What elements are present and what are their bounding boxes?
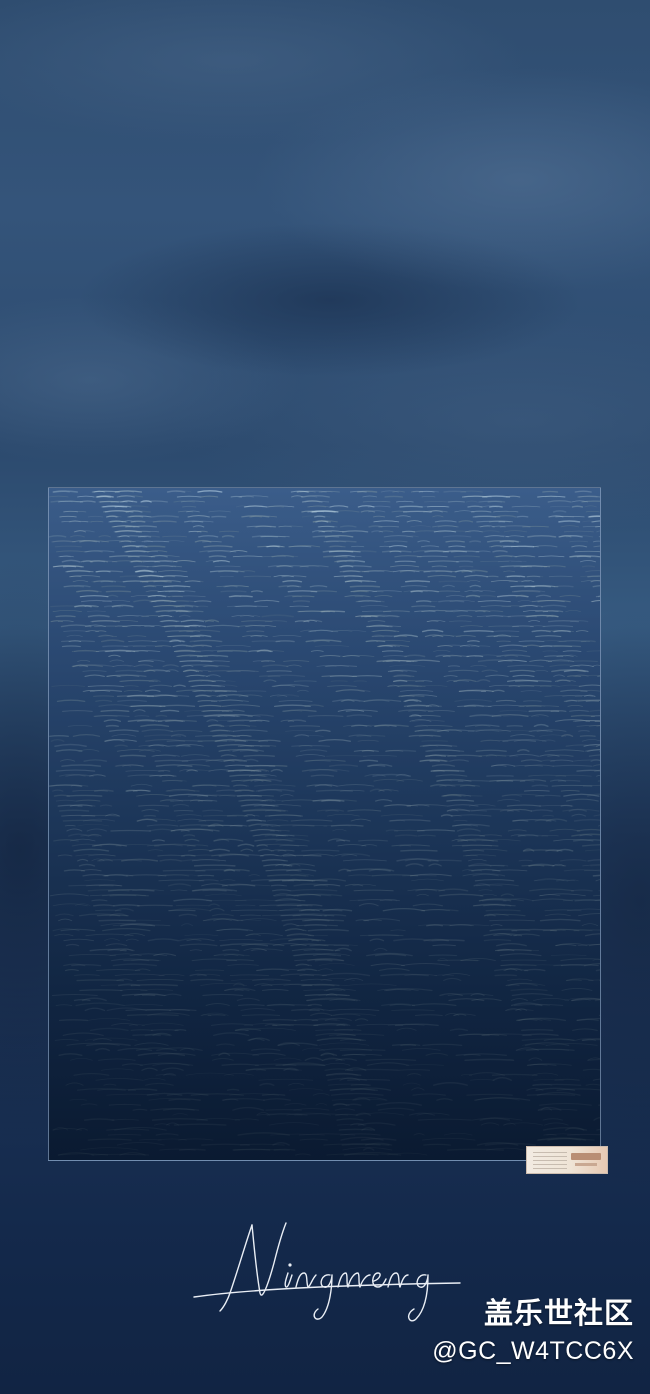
sticker-text-lines [533,1152,567,1170]
signature-ningmeng [193,1222,461,1322]
watermark-brand: 盖乐世社区 [483,1296,634,1330]
sticker-mark [575,1163,597,1166]
clothing-tag-sticker [526,1146,608,1174]
sticker-logo [571,1153,601,1160]
ocean-waves-graphic [49,488,600,1160]
ocean-photo [48,487,601,1161]
watermark-handle: @GC_W4TCC6X [432,1337,634,1365]
